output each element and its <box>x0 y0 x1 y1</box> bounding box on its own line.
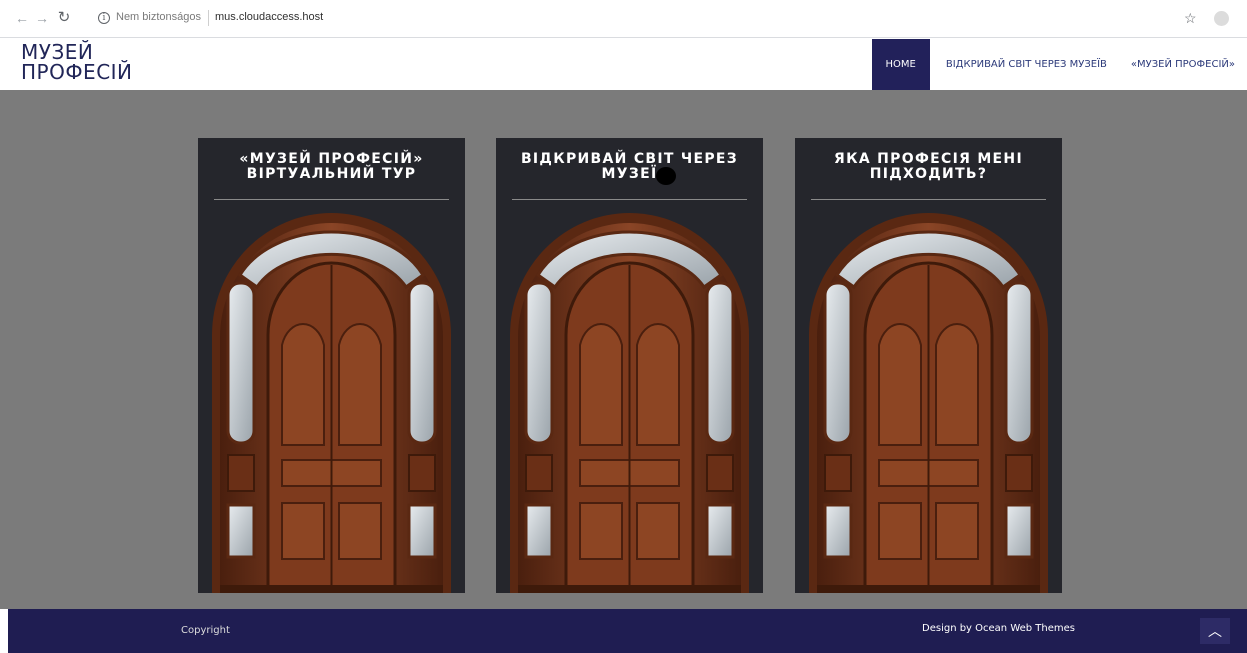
bookmark-star-icon[interactable]: ☆ <box>1184 10 1197 27</box>
card-divider <box>811 199 1046 200</box>
address-separator <box>208 10 209 26</box>
forward-arrow-icon[interactable]: → <box>34 10 50 26</box>
card-discover-museums[interactable]: ВІДКРИВАЙ СВІТ ЧЕРЕЗ МУЗЕЇ <box>496 138 763 593</box>
site-header: МУЗЕЙ ПРОФЕСІЙ HOME ВІДКРИВАЙ СВІТ ЧЕРЕЗ… <box>0 38 1247 90</box>
info-icon[interactable]: i <box>98 12 110 24</box>
chevron-up-icon: ︿ <box>1208 623 1222 639</box>
door-image[interactable] <box>807 205 1050 593</box>
card-title-line-1: «МУЗЕЙ ПРОФЕСІЙ» <box>239 151 424 167</box>
main-content: «МУЗЕЙ ПРОФЕСІЙ» ВІРТУАЛЬНИЙ ТУР ВІДКРИВ… <box>0 90 1247 609</box>
menu-item-discover[interactable]: ВІДКРИВАЙ СВІТ ЧЕРЕЗ МУЗЕЇВ <box>934 39 1119 90</box>
back-arrow-icon[interactable]: ← <box>14 10 30 26</box>
scroll-to-top-button[interactable]: ︿ <box>1200 618 1230 644</box>
card-virtual-tour[interactable]: «МУЗЕЙ ПРОФЕСІЙ» ВІРТУАЛЬНИЙ ТУР <box>198 138 465 593</box>
card-title-line-1: ЯКА ПРОФЕСІЯ МЕНІ <box>834 151 1023 167</box>
card-divider <box>214 199 449 200</box>
url-text[interactable]: mus.cloudaccess.host <box>215 11 323 23</box>
door-image[interactable] <box>508 205 751 593</box>
security-label: Nem biztonságos <box>116 11 201 23</box>
reload-icon[interactable]: ↻ <box>56 10 72 26</box>
theme-credits[interactable]: Design by Ocean Web Themes <box>922 623 1075 634</box>
door-image[interactable] <box>210 205 453 593</box>
card-title-line-1: ВІДКРИВАЙ СВІТ ЧЕРЕЗ <box>520 151 739 167</box>
menu-item-home[interactable]: HOME <box>871 39 930 90</box>
card-divider <box>512 199 747 200</box>
cursor-blot <box>656 167 676 185</box>
card-title-line-2: ВІРТУАЛЬНИЙ ТУР <box>246 166 417 182</box>
copyright-text: Copyright <box>181 625 230 636</box>
logo-line-1: МУЗЕЙ <box>21 40 94 64</box>
address-bar[interactable]: i Nem biztonságos mus.cloudaccess.host <box>84 6 1204 32</box>
logo-line-2: ПРОФЕСІЙ <box>21 60 133 84</box>
site-footer: Copyright Design by Ocean Web Themes ︿ <box>8 609 1247 653</box>
main-menu: HOME ВІДКРИВАЙ СВІТ ЧЕРЕЗ МУЗЕЇВ «МУЗЕЙ … <box>871 39 1247 90</box>
card-title-line-2: ПІДХОДИТЬ? <box>869 166 988 182</box>
card-title-line-2: МУЗЕЇ <box>601 166 658 182</box>
card-title: «МУЗЕЙ ПРОФЕСІЙ» ВІРТУАЛЬНИЙ ТУР <box>198 152 465 182</box>
menu-item-museum[interactable]: «МУЗЕЙ ПРОФЕСІЙ» <box>1119 39 1247 90</box>
card-title: ВІДКРИВАЙ СВІТ ЧЕРЕЗ МУЗЕЇ <box>496 152 763 182</box>
site-logo[interactable]: МУЗЕЙ ПРОФЕСІЙ <box>21 42 133 82</box>
profile-avatar-icon[interactable] <box>1214 11 1229 26</box>
browser-toolbar: ← → ↻ i Nem biztonságos mus.cloudaccess.… <box>0 0 1247 38</box>
card-title: ЯКА ПРОФЕСІЯ МЕНІ ПІДХОДИТЬ? <box>795 152 1062 182</box>
card-which-profession[interactable]: ЯКА ПРОФЕСІЯ МЕНІ ПІДХОДИТЬ? <box>795 138 1062 593</box>
